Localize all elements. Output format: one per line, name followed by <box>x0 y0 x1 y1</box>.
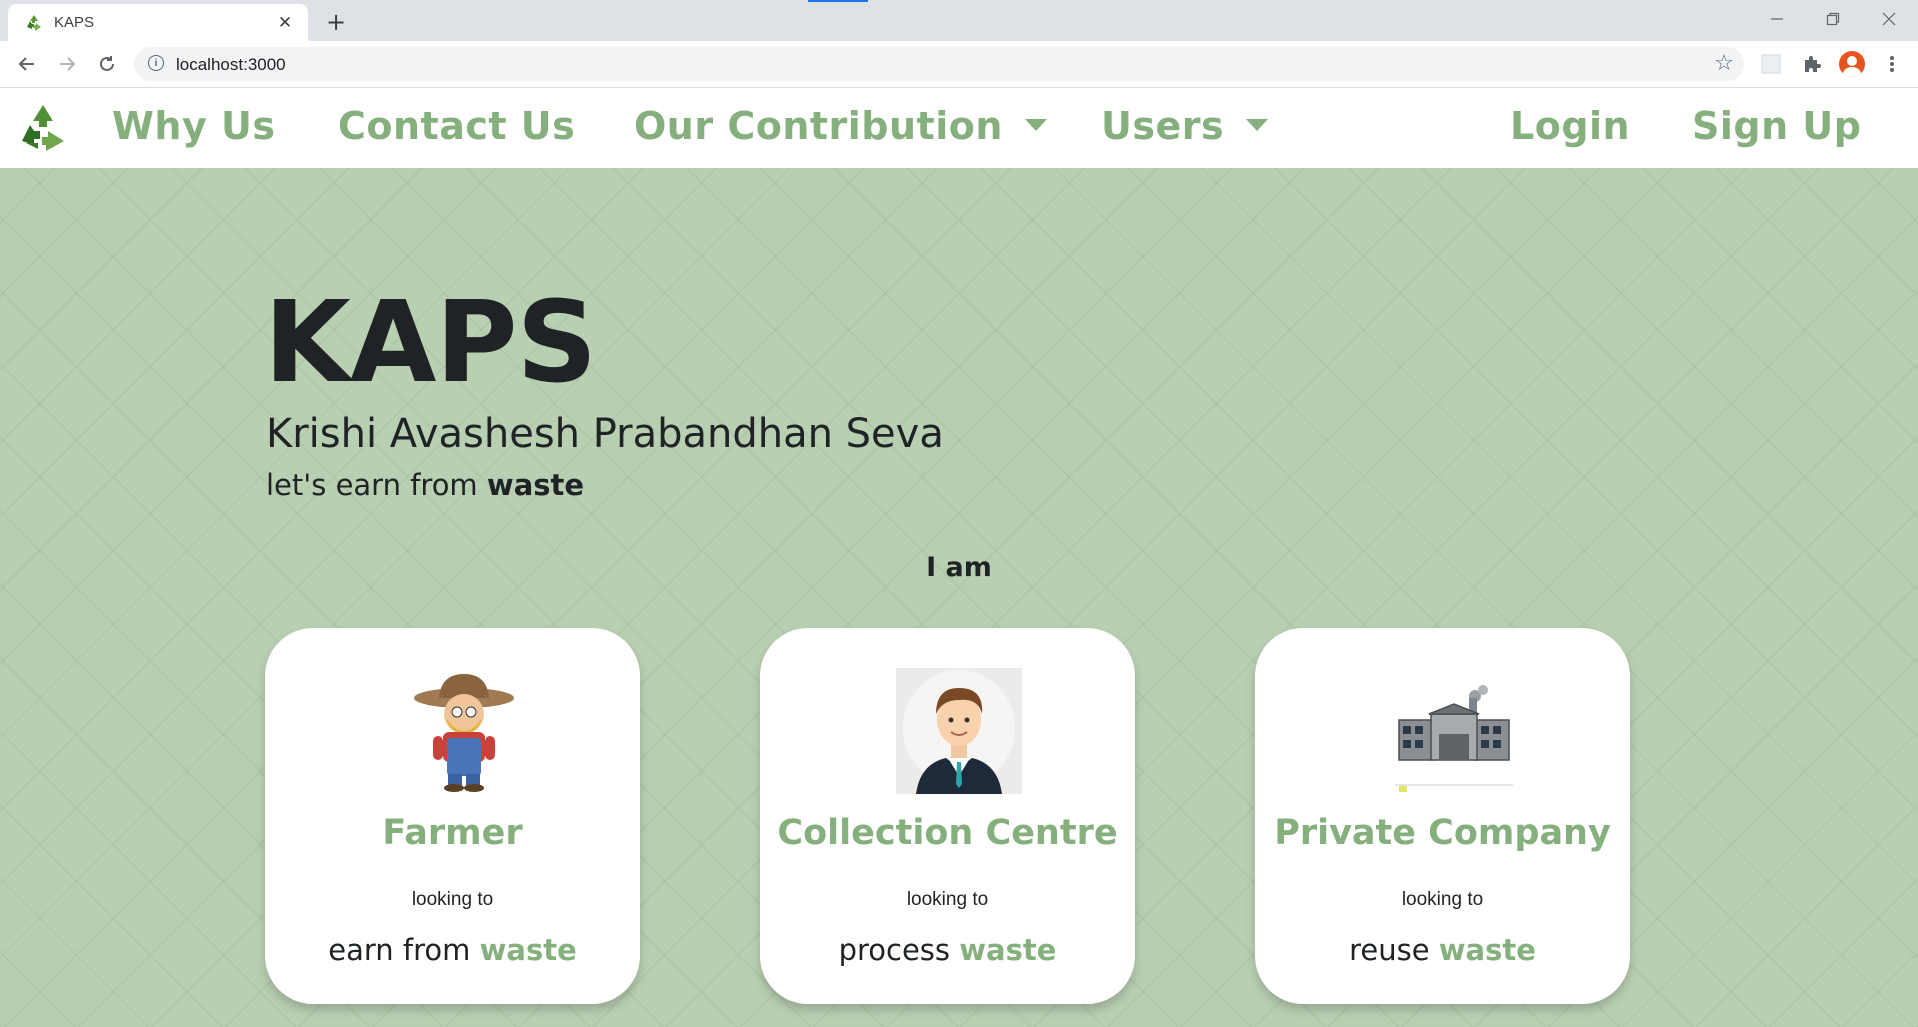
role-card-farmer[interactable]: Farmer looking to earn from waste <box>265 628 640 1004</box>
url-text: localhost:3000 <box>176 55 286 74</box>
role-card-private-company[interactable]: Private Company looking to reuse waste <box>1255 628 1630 1004</box>
hero-section: KAPS Krishi Avashesh Prabandhan Seva let… <box>0 168 1918 1027</box>
nav-contact-us[interactable]: Contact Us <box>338 104 575 148</box>
hero-subtitle: Krishi Avashesh Prabandhan Seva <box>266 411 944 457</box>
businessman-avatar <box>896 668 1022 794</box>
extension-placeholder-icon[interactable] <box>1757 50 1785 78</box>
card-subtitle: looking to <box>906 889 989 910</box>
site-navbar: Why Us Contact Us Our Contribution Users… <box>0 88 1918 168</box>
close-window-icon[interactable] <box>1866 4 1912 34</box>
profile-avatar[interactable] <box>1839 51 1865 77</box>
caret-down-icon <box>1246 118 1269 131</box>
hero-tagline: let's earn from waste <box>266 468 584 502</box>
browser-tabstrip: KAPS ✕ + <box>0 0 1918 41</box>
card-cta-highlight: waste <box>479 933 577 967</box>
role-prompt: I am <box>926 552 992 583</box>
card-title: Collection Centre <box>777 813 1118 853</box>
card-cta-prefix: process <box>838 933 960 967</box>
site-info-icon[interactable]: i <box>148 55 164 71</box>
bookmark-star-icon[interactable]: ☆ <box>1714 51 1734 76</box>
address-bar[interactable]: i localhost:3000 ☆ <box>134 47 1744 81</box>
plus-icon[interactable]: + <box>322 8 350 36</box>
signup-link[interactable]: Sign Up <box>1692 104 1861 148</box>
browser-tab[interactable]: KAPS ✕ <box>8 4 308 41</box>
nav-why-us[interactable]: Why Us <box>112 104 275 148</box>
card-cta: process waste <box>760 933 1135 967</box>
card-title: Farmer <box>382 813 523 853</box>
minimize-icon[interactable] <box>1754 4 1800 34</box>
forward-arrow-icon[interactable] <box>52 50 82 78</box>
recycle-favicon-icon <box>24 13 44 33</box>
card-cta: reuse waste <box>1255 933 1630 967</box>
puzzle-extensions-icon[interactable] <box>1798 50 1826 78</box>
recycle-logo-icon[interactable] <box>16 101 70 155</box>
card-cta-highlight: waste <box>1438 933 1536 967</box>
card-subtitle: looking to <box>411 889 494 910</box>
farmer-avatar <box>401 668 527 794</box>
browser-toolbar: i localhost:3000 ☆ <box>0 41 1918 88</box>
card-cta: earn from waste <box>265 933 640 967</box>
tab-title: KAPS <box>54 14 95 31</box>
nav-our-contribution[interactable]: Our Contribution <box>634 104 1047 148</box>
kebab-menu-icon[interactable] <box>1878 50 1906 78</box>
nav-users[interactable]: Users <box>1101 104 1269 148</box>
card-title: Private Company <box>1274 813 1611 853</box>
caret-down-icon <box>1024 118 1047 131</box>
card-subtitle: looking to <box>1401 889 1484 910</box>
hero-title: KAPS <box>264 278 597 408</box>
nav-our-contribution-label: Our Contribution <box>634 104 1003 148</box>
card-cta-highlight: waste <box>959 933 1057 967</box>
back-arrow-icon[interactable] <box>12 50 42 78</box>
tab-indicator <box>808 0 868 2</box>
tagline-highlight: waste <box>486 468 585 502</box>
card-cta-prefix: reuse <box>1349 933 1439 967</box>
card-cta-prefix: earn from <box>328 933 480 967</box>
login-link[interactable]: Login <box>1510 104 1630 148</box>
role-card-collection-centre[interactable]: Collection Centre looking to process was… <box>760 628 1135 1004</box>
restore-icon[interactable] <box>1810 4 1856 34</box>
tagline-prefix: let's earn from <box>266 468 487 502</box>
nav-users-label: Users <box>1101 104 1225 148</box>
reload-icon[interactable] <box>92 50 122 78</box>
close-tab-icon[interactable]: ✕ <box>274 12 296 34</box>
factory-icon <box>1391 668 1517 794</box>
